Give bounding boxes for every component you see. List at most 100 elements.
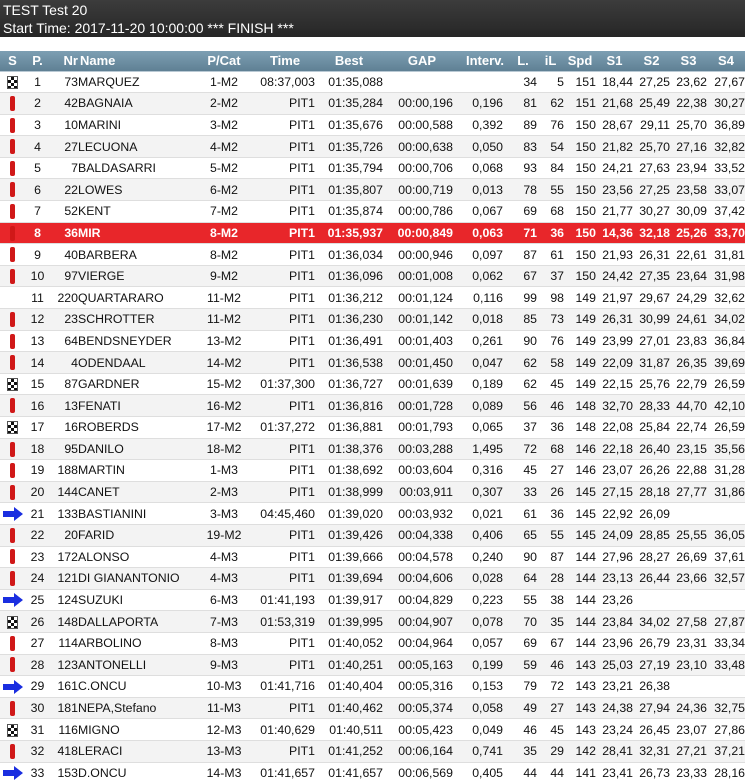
table-row[interactable]: 10 97 VIERGE 9-M2 PIT1 01:36,096 00:01,008 0,06…: [0, 265, 745, 288]
session-title: TEST Test 20: [3, 2, 88, 18]
pit-icon: [10, 398, 15, 414]
col-header-best[interactable]: Best: [315, 51, 383, 72]
table-row[interactable]: 31 116 MIGNO 12-M3 01:40,629 01:40,511 00:05,4…: [0, 718, 745, 741]
rider-name-cell: LOWES: [78, 178, 193, 202]
pit-icon: [10, 203, 15, 219]
pit-icon: [10, 160, 15, 176]
sector1-cell: 21,93: [596, 243, 633, 266]
table-row[interactable]: 21 133 BASTIANINI 3-M3 04:45,460 01:39,020 00:…: [0, 502, 745, 525]
col-header-number[interactable]: Nr: [50, 51, 78, 72]
rider-number-cell: 153: [50, 762, 78, 783]
table-row[interactable]: 11 220 QUARTARARO 11-M2 PIT1 01:36,212 00:01,1…: [0, 286, 745, 310]
status-cell: [0, 200, 25, 223]
table-row[interactable]: 32 418 LERACI 13-M3 PIT1 01:41,252 00:06,164 0,…: [0, 740, 745, 763]
time-cell: PIT1: [255, 243, 315, 266]
table-row[interactable]: 4 27 LECUONA 4-M2 PIT1 01:35,726 00:00,638 0,05…: [0, 135, 745, 158]
sector1-cell: 32,70: [596, 394, 633, 417]
table-row[interactable]: 27 114 ARBOLINO 8-M3 PIT1 01:40,052 00:04,964 0…: [0, 632, 745, 655]
status-cell: [0, 718, 25, 741]
table-row[interactable]: 29 161 C.ONCU 10-M3 01:41,716 01:40,404 00:05,…: [0, 675, 745, 698]
col-header-s2[interactable]: S2: [633, 51, 670, 72]
table-row[interactable]: 16 13 FENATI 16-M2 PIT1 01:36,816 00:01,728 0,0…: [0, 394, 745, 417]
table-row[interactable]: 3 10 MARINI 3-M2 PIT1 01:35,676 00:00,588 0,392…: [0, 114, 745, 137]
table-row[interactable]: 23 172 ALONSO 4-M3 PIT1 01:39,666 00:04,578 0,2…: [0, 546, 745, 569]
position-cell: 11: [25, 286, 50, 310]
category-cell: 8-M2: [193, 222, 255, 245]
col-header-interval[interactable]: Interv.: [461, 51, 509, 72]
table-row[interactable]: 25 124 SUZUKI 6-M3 01:41,193 01:39,917 00:04,8…: [0, 589, 745, 612]
table-row[interactable]: 14 4 ODENDAAL 14-M2 PIT1 01:36,538 00:01,450 0,…: [0, 351, 745, 374]
table-row[interactable]: 7 52 KENT 7-M2 PIT1 01:35,874 00:00,786 0,067 69…: [0, 200, 745, 223]
arrow-icon: [2, 766, 23, 781]
table-row[interactable]: 6 22 LOWES 6-M2 PIT1 01:35,807 00:00,719 0,013 7…: [0, 178, 745, 202]
pit-icon: [10, 268, 15, 284]
time-cell: PIT1: [255, 308, 315, 331]
position-cell: 1: [25, 71, 50, 94]
table-row[interactable]: 1 73 MARQUEZ 1-M2 08:37,003 01:35,088 34 5 151 18…: [0, 71, 745, 94]
table-row-highlighted[interactable]: 8 36 MIR 8-M2 PIT1 01:35,937 00:00,849 0,063 71 3…: [0, 222, 745, 245]
gap-cell: 00:00,706: [383, 157, 461, 180]
gap-cell: 00:01,793: [383, 416, 461, 439]
in-lap-cell: 58: [537, 351, 564, 374]
table-row[interactable]: 12 23 SCHROTTER 11-M2 PIT1 01:36,230 00:01,142…: [0, 308, 745, 331]
col-header-position[interactable]: P.: [25, 51, 50, 72]
position-cell: 16: [25, 394, 50, 417]
sector3-cell: 24,29: [670, 286, 707, 310]
in-lap-cell: 5: [537, 71, 564, 94]
col-header-status[interactable]: S: [0, 51, 25, 72]
col-header-time[interactable]: Time: [255, 51, 315, 72]
laps-cell: 90: [509, 330, 537, 353]
col-header-name[interactable]: Name: [78, 51, 193, 72]
table-row[interactable]: 19 188 MARTIN 1-M3 PIT1 01:38,692 00:03,604 0,3…: [0, 459, 745, 482]
pit-icon: [10, 441, 15, 457]
time-cell: PIT1: [255, 135, 315, 158]
best-lap-cell: 01:35,726: [315, 135, 383, 158]
sector1-cell: 23,99: [596, 330, 633, 353]
table-row[interactable]: 24 121 DI GIANANTONIO 4-M3 PIT1 01:39,694 00:0…: [0, 567, 745, 590]
col-header-laps[interactable]: L.: [509, 51, 537, 72]
speed-cell: 143: [564, 718, 596, 741]
table-row[interactable]: 22 20 FARID 19-M2 PIT1 01:39,426 00:04,338 0,40…: [0, 524, 745, 547]
sector3-cell: 24,36: [670, 697, 707, 720]
table-row[interactable]: 26 148 DALLAPORTA 7-M3 01:53,319 01:39,995 00:…: [0, 610, 745, 633]
table-row[interactable]: 5 7 BALDASARRI 5-M2 PIT1 01:35,794 00:00,706 0,…: [0, 157, 745, 180]
rider-number-cell: 97: [50, 265, 78, 288]
category-cell: 13-M2: [193, 330, 255, 353]
sector2-cell: 27,63: [633, 157, 670, 180]
best-lap-cell: 01:40,052: [315, 632, 383, 655]
table-row[interactable]: 28 123 ANTONELLI 9-M3 PIT1 01:40,251 00:05,163…: [0, 654, 745, 677]
col-header-in-lap[interactable]: iL: [537, 51, 564, 72]
table-row[interactable]: 9 40 BARBERA 8-M2 PIT1 01:36,034 00:00,946 0,09…: [0, 243, 745, 266]
sector4-cell: 37,42: [707, 200, 745, 223]
gap-cell: 00:01,124: [383, 286, 461, 310]
col-header-s1[interactable]: S1: [596, 51, 633, 72]
table-row[interactable]: 20 144 CANET 2-M3 PIT1 01:38,999 00:03,911 0,30…: [0, 481, 745, 504]
table-row[interactable]: 17 16 ROBERDS 17-M2 01:37,272 01:36,881 00:01,…: [0, 416, 745, 439]
time-cell: 01:37,272: [255, 416, 315, 439]
in-lap-cell: 46: [537, 394, 564, 417]
col-header-s4[interactable]: S4: [707, 51, 745, 72]
table-row[interactable]: 2 42 BAGNAIA 2-M2 PIT1 01:35,284 00:00,196 0,19…: [0, 92, 745, 115]
sector1-cell: 23,24: [596, 718, 633, 741]
sector1-cell: 22,15: [596, 373, 633, 396]
table-row[interactable]: 13 64 BENDSNEYDER 13-M2 PIT1 01:36,491 00:01,4…: [0, 330, 745, 353]
in-lap-cell: 84: [537, 157, 564, 180]
sector3-cell: 26,35: [670, 351, 707, 374]
laps-cell: 71: [509, 222, 537, 245]
best-lap-cell: 01:35,284: [315, 92, 383, 115]
table-row[interactable]: 30 181 NEPA,Stefano 11-M3 PIT1 01:40,462 00:05…: [0, 697, 745, 720]
col-header-s3[interactable]: S3: [670, 51, 707, 72]
col-header-category[interactable]: P/Cat: [193, 51, 255, 72]
sector1-cell: 24,21: [596, 157, 633, 180]
col-header-gap[interactable]: GAP: [383, 51, 461, 72]
in-lap-cell: 68: [537, 200, 564, 223]
laps-cell: 90: [509, 546, 537, 569]
col-header-speed[interactable]: Spd: [564, 51, 596, 72]
table-row[interactable]: 18 95 DANILO 18-M2 PIT1 01:38,376 00:03,288 1,4…: [0, 438, 745, 461]
rider-number-cell: 36: [50, 222, 78, 245]
table-row[interactable]: 33 153 D.ONCU 14-M3 01:41,657 01:41,657 00:06,…: [0, 762, 745, 783]
sector2-cell: 34,02: [633, 610, 670, 633]
table-row[interactable]: 15 87 GARDNER 15-M2 01:37,300 01:36,727 00:01,…: [0, 373, 745, 396]
time-cell: PIT1: [255, 632, 315, 655]
in-lap-cell: 38: [537, 589, 564, 612]
